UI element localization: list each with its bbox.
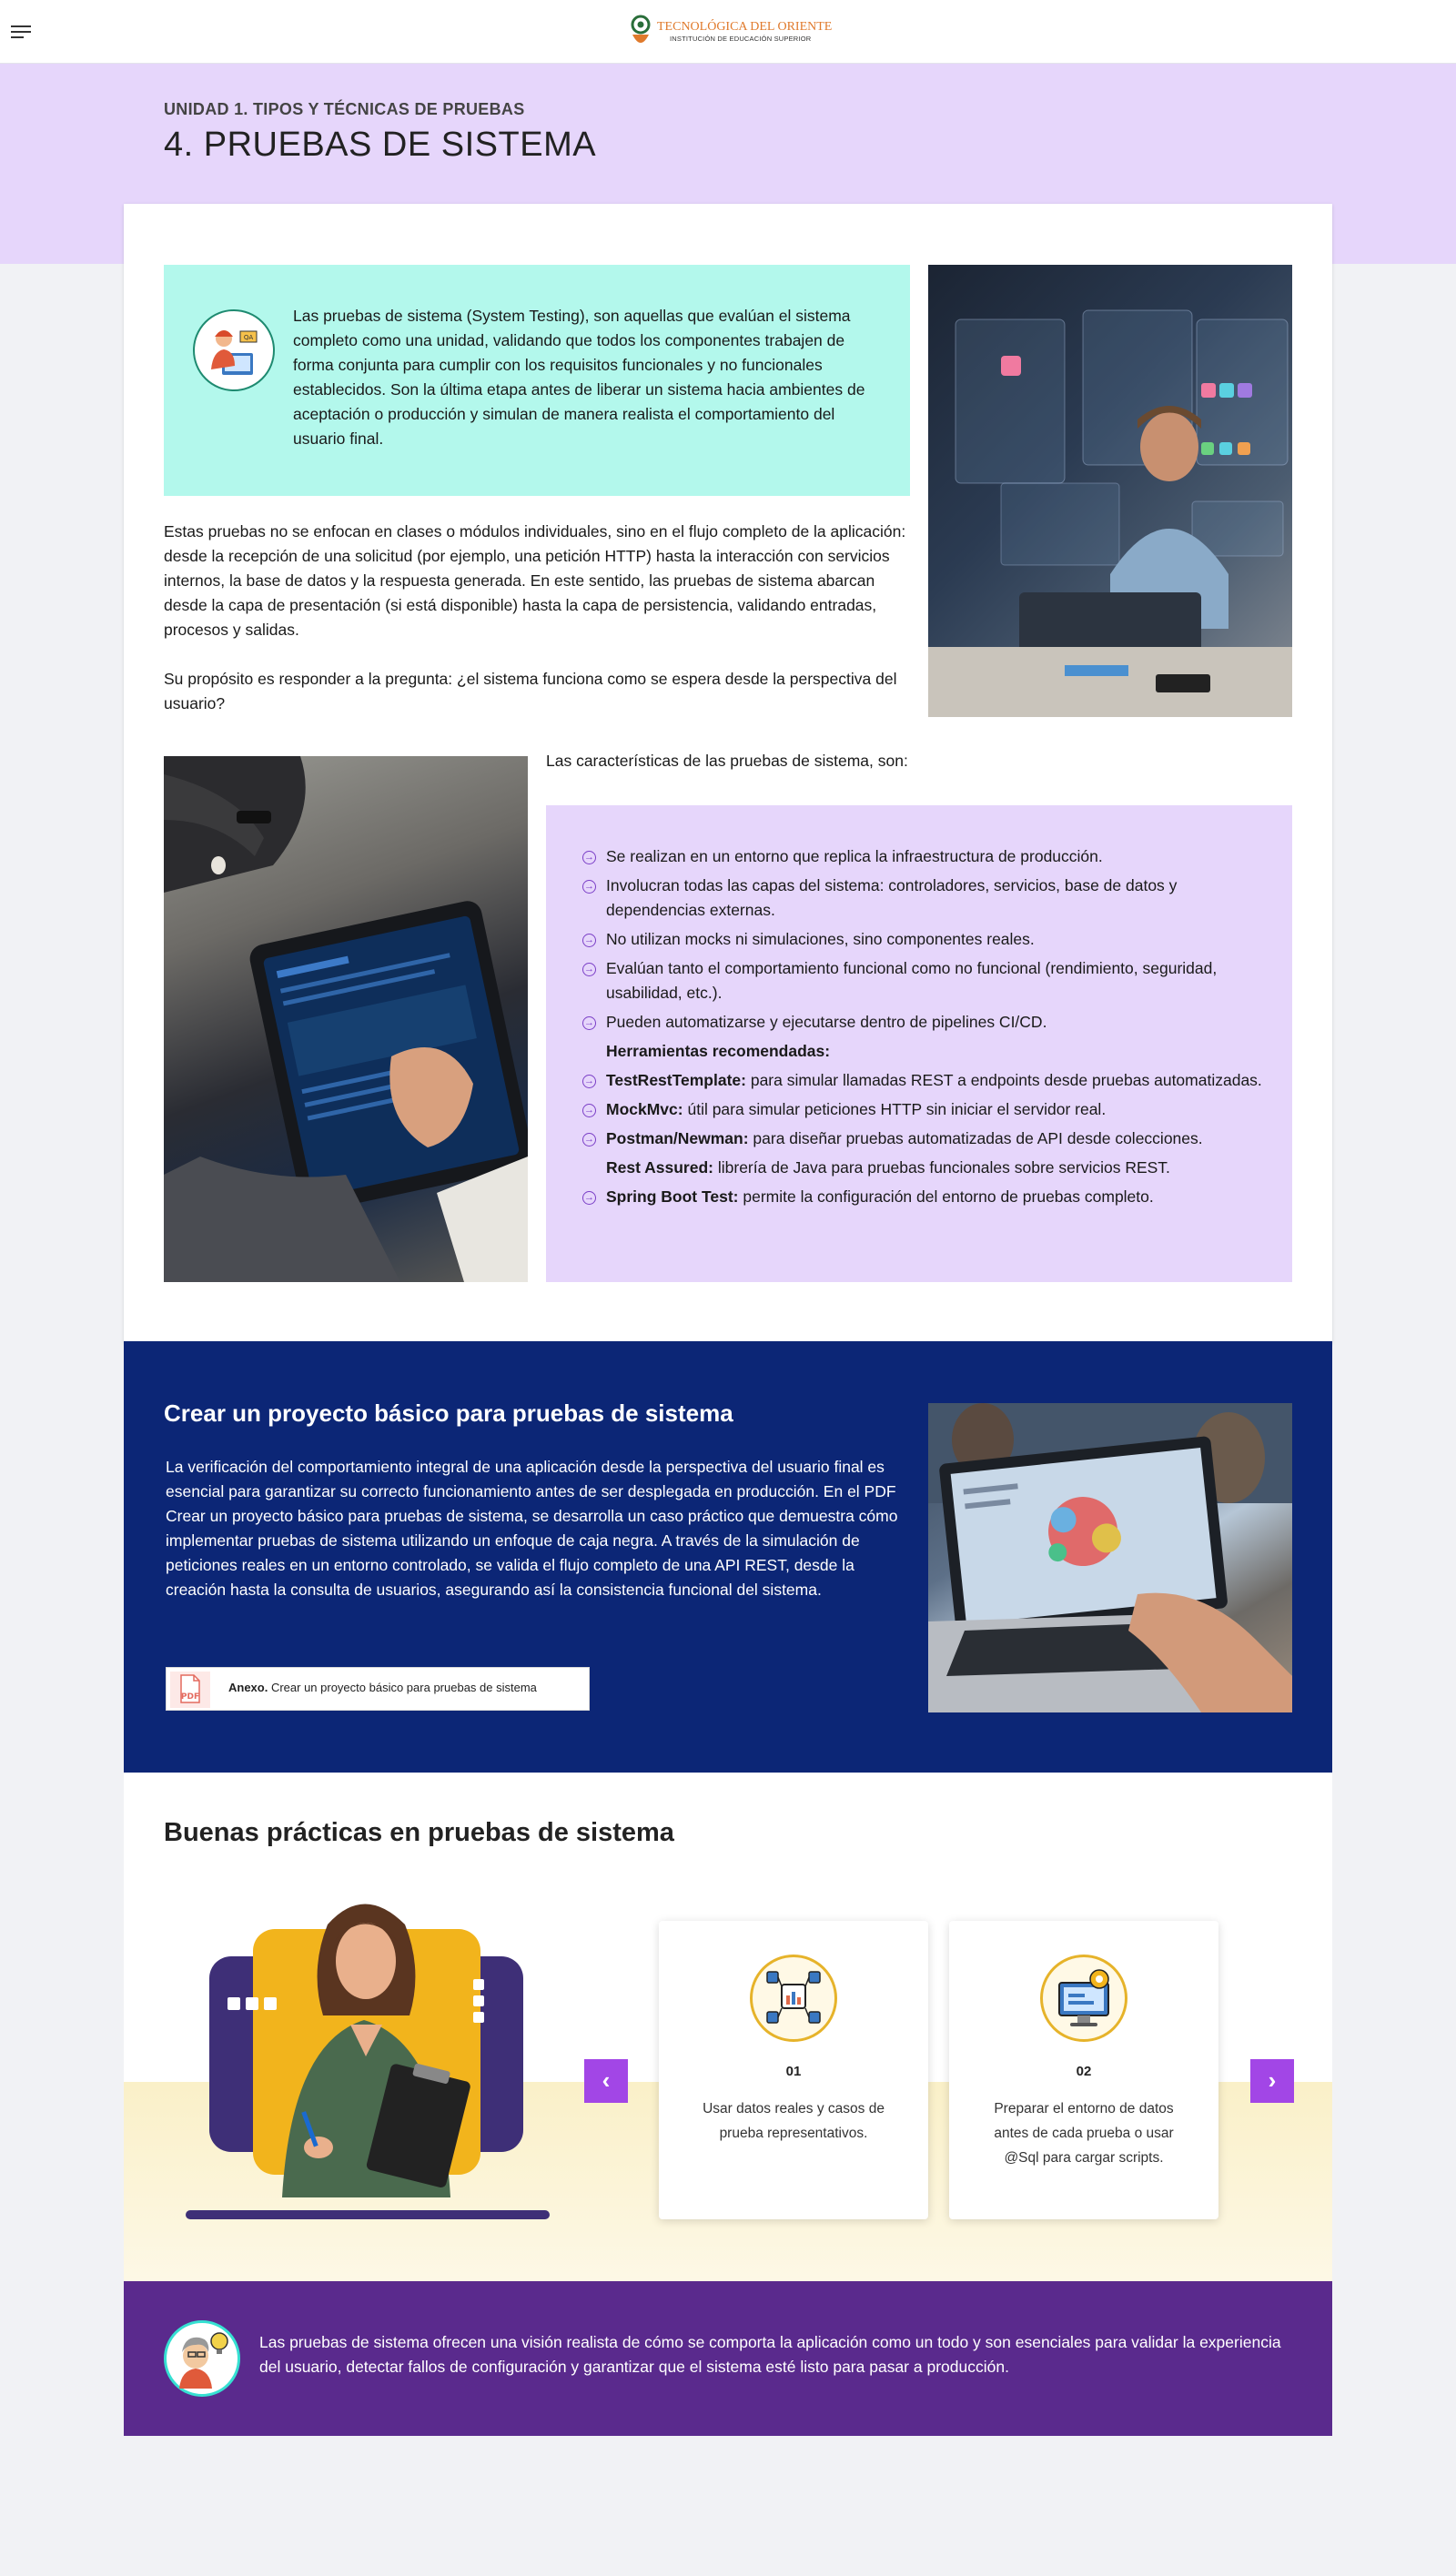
card-text: Usar datos reales y casos de prueba repr… — [703, 2101, 885, 2141]
carousel-prev-button[interactable]: ‹ — [584, 2059, 628, 2103]
practices-title: Buenas prácticas en pruebas de sistema — [164, 1818, 674, 1847]
arrow-right-icon: → — [582, 1016, 596, 1030]
unit-label: UNIDAD 1. TIPOS Y TÉCNICAS DE PRUEBAS — [164, 100, 525, 118]
data-network-icon — [750, 1955, 837, 2042]
arrow-right-icon: → — [582, 934, 596, 947]
intro-text: Las pruebas de sistema (System Testing),… — [293, 307, 865, 448]
thinking-person-icon — [164, 2320, 240, 2397]
characteristic-item: → TestRestTemplate: para simular llamadas… — [582, 1071, 1262, 1089]
woman-illustration — [182, 1888, 564, 2225]
characteristic-item: → Se realizan en un entorno que replica l… — [582, 847, 1103, 865]
characteristic-item: → Postman/Newman: para diseñar pruebas au… — [582, 1129, 1203, 1147]
characteristic-item: → Pueden automatizarse y ejecutarse dentr… — [582, 1013, 1047, 1031]
characteristic-item: Rest Assured: librería de Java para prue… — [606, 1158, 1170, 1177]
pdf-attachment-link[interactable]: PDF Anexo. Crear un proyecto básico para… — [166, 1667, 590, 1711]
body-paragraph: Estas pruebas no se enfocan en clases o … — [164, 522, 906, 639]
characteristic-item: → No utilizan mocks ni simulaciones, sino… — [582, 930, 1035, 948]
developer-photo — [928, 265, 1292, 717]
body-paragraph: Su propósito es responder a la pregunta:… — [164, 670, 897, 712]
carousel-next-button[interactable]: › — [1250, 2059, 1294, 2103]
characteristic-item: → MockMvc: útil para simular peticiones H… — [582, 1100, 1107, 1118]
attachment-label: Anexo. Crear un proyecto básico para pru… — [228, 1681, 537, 1694]
arrow-right-icon: → — [582, 1104, 596, 1117]
closing-text: Las pruebas de sistema ofrecen una visió… — [259, 2333, 1281, 2376]
pdf-label: PDF — [181, 1692, 199, 1702]
arrow-right-icon: → — [582, 1191, 596, 1205]
characteristics-heading: Las características de las pruebas de si… — [546, 752, 908, 770]
project-text: La verificación del comportamiento integ… — [166, 1458, 898, 1599]
menu-icon[interactable] — [11, 25, 31, 40]
arrow-right-icon: → — [582, 851, 596, 864]
characteristic-item: → Evalúan tanto el comportamiento funcion… — [582, 959, 1218, 1002]
logo[interactable]: TECNOLÓGICA DEL ORIENTE INSTITUCIÓN DE E… — [630, 15, 839, 51]
logo-title: TECNOLÓGICA DEL ORIENTE — [657, 20, 833, 34]
tablet-photo — [164, 756, 528, 1282]
arrow-right-icon: → — [582, 1133, 596, 1147]
characteristic-item: → Involucran todas las capas del sistema:… — [582, 876, 1178, 919]
arrow-right-icon: → — [582, 1075, 596, 1088]
practice-card: 02 Preparar el entorno de datos antes de… — [949, 1921, 1218, 2219]
logo-subtitle: INSTITUCIÓN DE EDUCACIÓN SUPERIOR — [670, 35, 812, 43]
logo-mark-icon — [631, 15, 651, 43]
card-number: 02 — [1076, 2064, 1092, 2079]
arrow-right-icon: → — [582, 963, 596, 976]
characteristic-item: → Spring Boot Test: permite la configurac… — [582, 1187, 1154, 1206]
page-title: 4. PRUEBAS DE SISTEMA — [164, 126, 597, 164]
tester-icon: QA — [193, 309, 275, 391]
project-title: Crear un proyecto básico para pruebas de… — [164, 1399, 733, 1427]
arrow-right-icon: → — [582, 880, 596, 894]
practice-card: 01 Usar datos reales y casos de prueba r… — [659, 1921, 928, 2219]
characteristics-list: → Se realizan en un entorno que replica l… — [582, 844, 1265, 1214]
card-number: 01 — [785, 2064, 802, 2079]
characteristic-item: Herramientas recomendadas: — [606, 1042, 831, 1060]
monitor-settings-icon — [1040, 1955, 1127, 2042]
svg-text:QA: QA — [244, 334, 254, 341]
laptop-photo — [928, 1403, 1292, 1712]
card-text: Preparar el entorno de datos antes de ca… — [994, 2101, 1174, 2166]
pdf-icon: PDF — [170, 1672, 210, 1708]
